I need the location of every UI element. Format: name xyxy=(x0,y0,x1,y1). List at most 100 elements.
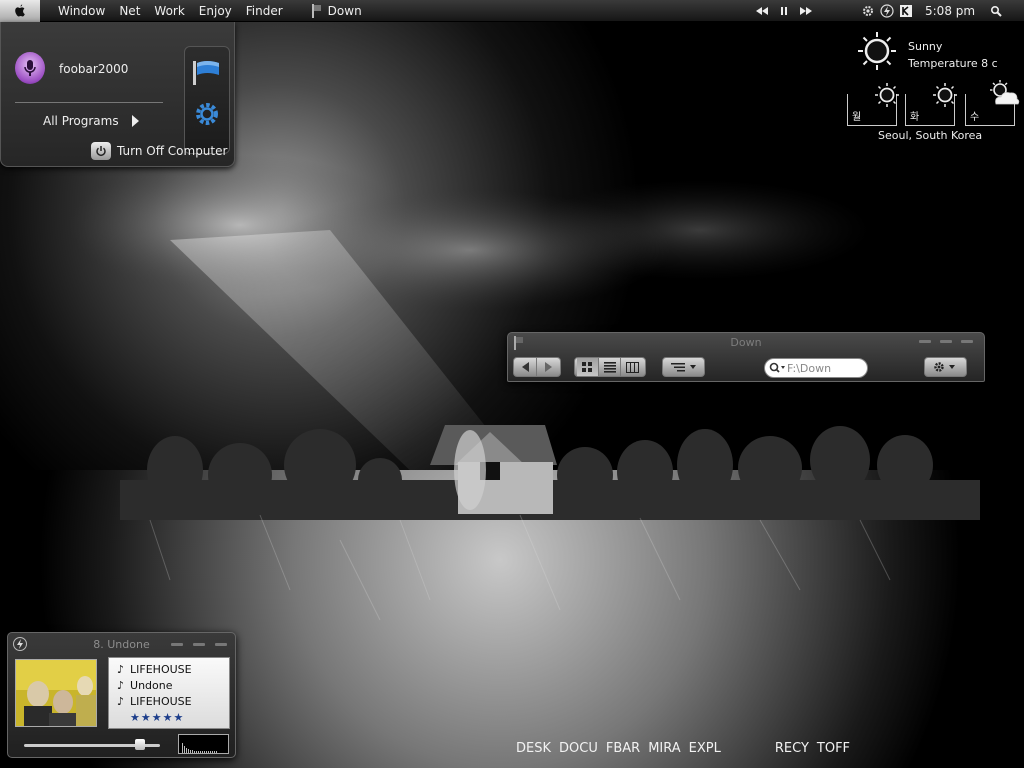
forecast-day-label: 화 xyxy=(910,112,920,123)
close-button[interactable] xyxy=(215,643,227,646)
track-rating[interactable]: ★★★★★ xyxy=(130,711,184,724)
start-side-panel xyxy=(184,46,230,154)
arrow-right-icon xyxy=(132,115,139,127)
music-player: 8. Undone ♪ LIFEHOUSE ♪ Undone ♪ LIFEHOUSE … xyxy=(7,632,236,758)
shortcut-docu[interactable]: DOCU xyxy=(559,741,598,756)
window-flag-icon xyxy=(311,3,321,18)
view-mode-buttons xyxy=(574,357,646,377)
track-artist: LIFEHOUSE xyxy=(130,663,192,676)
shortcut-bar: DESK DOCU FBAR MIRA EXPL RECY TOFF xyxy=(516,741,858,756)
album-art xyxy=(15,659,97,727)
foobar-tray-icon[interactable] xyxy=(879,3,895,19)
menu-finder[interactable]: Finder xyxy=(239,0,290,22)
explorer-title: Down xyxy=(730,336,762,349)
music-note-icon: ♪ xyxy=(117,695,125,708)
icon-view-button[interactable] xyxy=(577,358,599,376)
menu-net[interactable]: Net xyxy=(112,0,147,22)
media-controls xyxy=(756,0,812,22)
forecast-day-label: 수 xyxy=(970,112,980,123)
apple-menu-button[interactable] xyxy=(0,0,40,22)
column-view-button[interactable] xyxy=(621,358,643,376)
gear-icon xyxy=(933,362,955,372)
menu-work[interactable]: Work xyxy=(147,0,191,22)
track-artist-line: ♪ LIFEHOUSE xyxy=(117,663,192,676)
grid-icon xyxy=(582,361,592,372)
maximize-button[interactable] xyxy=(940,340,952,343)
maximize-button[interactable] xyxy=(193,643,205,646)
track-title: Undone xyxy=(130,679,173,692)
windows-flag-icon[interactable] xyxy=(191,57,223,87)
active-window-title: Down xyxy=(327,3,362,18)
track-info-panel: ♪ LIFEHOUSE ♪ Undone ♪ LIFEHOUSE ★★★★★ xyxy=(108,657,230,729)
forecast-day-1: 월 xyxy=(847,83,899,126)
menu-bar: Window Net Work Enjoy Finder Down 5:08 p… xyxy=(0,0,1024,22)
spectrum-visualizer xyxy=(178,734,229,754)
list-view-button[interactable] xyxy=(599,358,621,376)
forecast-day-3: 수 xyxy=(965,80,1020,126)
turn-off-computer-button[interactable]: Turn Off Computer xyxy=(91,142,227,160)
track-album: LIFEHOUSE xyxy=(130,695,192,708)
music-note-icon: ♪ xyxy=(117,679,125,692)
track-title-line: ♪ Undone xyxy=(117,679,173,692)
arrange-button[interactable] xyxy=(662,357,705,377)
shortcut-recy[interactable]: RECY xyxy=(775,741,809,756)
sun-icon xyxy=(933,83,957,107)
nav-buttons xyxy=(513,357,561,377)
turn-off-label: Turn Off Computer xyxy=(117,144,228,158)
action-menu-button[interactable] xyxy=(924,357,967,377)
start-menu: foobar2000 All Programs Turn Off Compute… xyxy=(0,22,235,167)
clock[interactable]: 5:08 pm xyxy=(925,0,975,22)
start-menu-divider xyxy=(15,102,163,103)
menu-window[interactable]: Window xyxy=(51,0,112,22)
close-button[interactable] xyxy=(961,340,973,343)
microphone-icon xyxy=(24,60,36,76)
power-icon xyxy=(91,142,111,160)
settings-gear-icon[interactable] xyxy=(194,101,220,127)
shortcut-mira[interactable]: MIRA xyxy=(648,741,680,756)
menu-enjoy[interactable]: Enjoy xyxy=(192,0,239,22)
next-track-icon[interactable] xyxy=(800,7,812,15)
sun-icon xyxy=(858,32,896,70)
music-note-icon: ♪ xyxy=(117,663,125,676)
arrow-left-icon xyxy=(521,362,529,372)
back-button[interactable] xyxy=(515,358,537,376)
weather-condition: Sunny xyxy=(908,40,943,53)
user-avatar[interactable] xyxy=(15,52,45,84)
spotlight-button[interactable] xyxy=(988,3,1004,19)
system-tray xyxy=(860,0,914,22)
shortcut-fbar[interactable]: FBAR xyxy=(606,741,640,756)
list-icon xyxy=(603,361,616,373)
shortcut-expl[interactable]: EXPL xyxy=(689,741,721,756)
user-name: foobar2000 xyxy=(59,62,129,76)
search-icon xyxy=(769,362,785,373)
active-window-label[interactable]: Down xyxy=(311,3,362,18)
address-field[interactable] xyxy=(764,358,868,378)
columns-icon xyxy=(625,361,639,373)
volume-slider-thumb[interactable] xyxy=(135,739,145,750)
all-programs-button[interactable]: All Programs xyxy=(43,114,119,128)
pause-icon[interactable] xyxy=(780,7,788,15)
arrange-icon xyxy=(670,363,696,372)
gear-icon[interactable] xyxy=(860,3,876,19)
sun-icon xyxy=(875,83,899,107)
previous-track-icon[interactable] xyxy=(756,7,768,15)
apple-icon xyxy=(15,4,25,17)
forecast-day-label: 월 xyxy=(852,112,862,123)
arrow-right-icon xyxy=(545,362,552,372)
track-album-line: ♪ LIFEHOUSE xyxy=(117,695,192,708)
app-tray-icon[interactable] xyxy=(898,3,914,19)
weather-temperature: Temperature 8 c xyxy=(908,57,998,70)
shortcut-desk[interactable]: DESK xyxy=(516,741,551,756)
search-icon xyxy=(990,5,1002,17)
forecast-day-2: 화 xyxy=(905,83,957,126)
shortcut-toff[interactable]: TOFF xyxy=(817,741,850,756)
partly-cloudy-icon xyxy=(990,80,1020,105)
minimize-button[interactable] xyxy=(171,643,183,646)
weather-location: Seoul, South Korea xyxy=(878,129,983,142)
address-input[interactable] xyxy=(787,361,863,375)
explorer-window: Down xyxy=(507,332,985,382)
weather-widget[interactable]: Sunny Temperature 8 c 월 화 수 Seoul, South… xyxy=(840,30,1020,150)
shortcut-spacer xyxy=(729,741,775,756)
forward-button[interactable] xyxy=(537,358,559,376)
minimize-button[interactable] xyxy=(919,340,931,343)
